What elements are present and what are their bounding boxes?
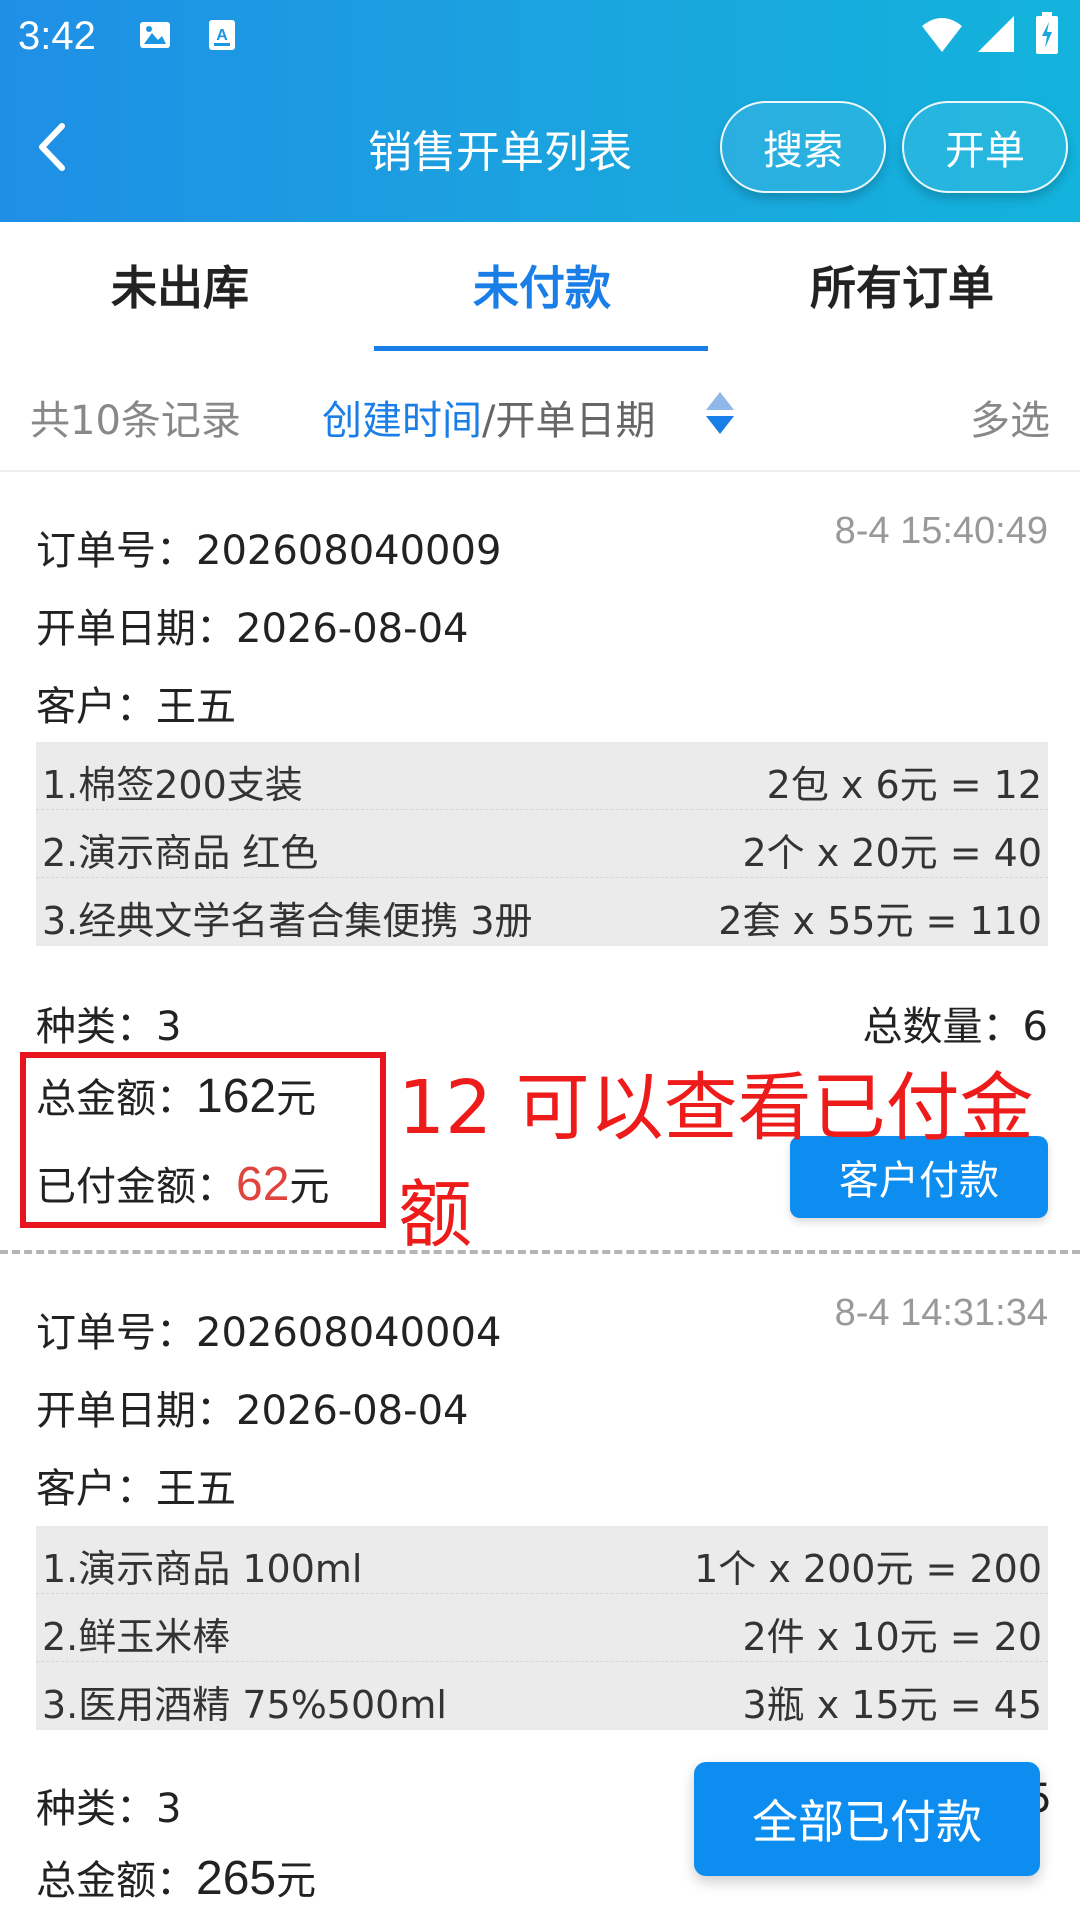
list-item: 2.演示商品 红色 2个 x 20元 = 40 — [36, 810, 1048, 878]
order-date: 开单日期：2026-08-04 — [36, 1378, 468, 1436]
list-item: 3.经典文学名著合集便携 3册 2套 x 55元 = 110 — [36, 878, 1048, 946]
currency-unit: 元 — [276, 1858, 317, 1904]
order-number: 订单号：202608040009 — [36, 518, 501, 576]
create-order-button[interactable]: 开单 — [902, 101, 1068, 193]
item-list: 1.棉签200支装 2包 x 6元 = 12 2.演示商品 红色 2个 x 20… — [36, 742, 1048, 946]
image-notification-icon — [140, 22, 170, 48]
order-date: 开单日期：2026-08-04 — [36, 596, 468, 654]
active-tab-indicator — [374, 346, 708, 351]
sort-arrows-icon[interactable] — [702, 390, 738, 436]
order-number-label: 订单号： — [36, 1310, 196, 1356]
list-item: 1.演示商品 100ml 1个 x 200元 = 200 — [36, 1526, 1048, 1594]
battery-icon — [1036, 12, 1058, 54]
sort-separator: / — [482, 398, 496, 444]
item-calc: 2包 x 6元 = 12 — [766, 763, 1042, 807]
order-date-label: 开单日期： — [36, 1388, 236, 1434]
kinds-label: 种类： — [36, 1004, 156, 1050]
item-calc: 2套 x 55元 = 110 — [718, 899, 1042, 943]
total-amount: 总金额：265元 — [36, 1848, 316, 1906]
order-number-value: 202608040004 — [196, 1310, 502, 1356]
kinds-label: 种类： — [36, 1786, 156, 1832]
total-quantity-value: 6 — [1022, 1004, 1048, 1050]
record-count: 共10条记录 — [30, 398, 241, 444]
customer-label: 客户： — [36, 684, 156, 730]
customer-label: 客户： — [36, 1466, 156, 1512]
item-calc: 1个 x 200元 = 200 — [694, 1547, 1042, 1591]
sort-toggle[interactable]: 创建时间/开单日期 — [322, 388, 655, 446]
item-list: 1.演示商品 100ml 1个 x 200元 = 200 2.鲜玉米棒 2件 x… — [36, 1526, 1048, 1730]
total-amount-value: 265 — [196, 1852, 277, 1905]
order-date-value: 2026-08-04 — [236, 1388, 469, 1434]
item-calc: 3瓶 x 15元 = 45 — [742, 1683, 1042, 1727]
order-created-time: 8-4 15:40:49 — [834, 510, 1048, 552]
item-name: 1.棉签200支装 — [42, 763, 303, 807]
item-calc: 2个 x 20元 = 40 — [742, 831, 1042, 875]
annotation-text: 12 可以查看已付金额 — [398, 1065, 1034, 1258]
list-item: 2.鲜玉米棒 2件 x 10元 = 20 — [36, 1594, 1048, 1662]
item-name: 3.医用酒精 75%500ml — [42, 1683, 447, 1727]
order-date-label: 开单日期： — [36, 606, 236, 652]
mark-all-paid-button[interactable]: 全部已付款 — [694, 1762, 1040, 1876]
svg-text:A: A — [216, 27, 228, 44]
order-number-label: 订单号： — [36, 528, 196, 574]
item-name: 3.经典文学名著合集便携 3册 — [42, 899, 533, 943]
search-button[interactable]: 搜索 — [720, 101, 886, 193]
kinds-value: 3 — [156, 1786, 182, 1832]
customer-value: 王五 — [156, 684, 236, 730]
tab-not-shipped[interactable]: 未出库 — [0, 252, 360, 318]
kinds-value: 3 — [156, 1004, 182, 1050]
keyboard-notification-icon: A — [209, 20, 235, 50]
customer-value: 王五 — [156, 1466, 236, 1512]
order-created-time: 8-4 14:31:34 — [834, 1292, 1048, 1334]
list-item: 1.棉签200支装 2包 x 6元 = 12 — [36, 742, 1048, 810]
customer: 客户：王五 — [36, 674, 236, 732]
list-item: 3.医用酒精 75%500ml 3瓶 x 15元 = 45 — [36, 1662, 1048, 1730]
total-quantity: 总数量：6 — [863, 994, 1048, 1052]
customer: 客户：王五 — [36, 1456, 236, 1514]
sort-by-order-date[interactable]: 开单日期 — [495, 398, 655, 444]
total-quantity-label: 总数量： — [862, 1004, 1023, 1050]
filter-bar: 共10条记录 创建时间/开单日期 多选 — [0, 352, 1080, 472]
item-name: 2.鲜玉米棒 — [42, 1615, 231, 1659]
wifi-icon — [922, 18, 962, 52]
item-name: 1.演示商品 100ml — [42, 1547, 363, 1591]
kinds-count: 种类：3 — [36, 1776, 181, 1834]
item-name: 2.演示商品 红色 — [42, 831, 319, 875]
total-amount-label: 总金额： — [36, 1858, 196, 1904]
tab-unpaid[interactable]: 未付款 — [362, 252, 722, 318]
annotation-highlight-box — [20, 1052, 386, 1228]
status-time: 3:42 — [18, 14, 96, 58]
signal-icon — [978, 16, 1014, 52]
app-header: 3:42 A 销售开单列表 搜索 开单 — [0, 0, 1080, 222]
multi-select-button[interactable]: 多选 — [970, 388, 1050, 446]
order-date-value: 2026-08-04 — [236, 606, 469, 652]
tab-bar: 未出库 未付款 所有订单 — [0, 222, 1080, 352]
order-number-value: 202608040009 — [196, 528, 502, 574]
order-number: 订单号：202608040004 — [36, 1300, 501, 1358]
item-calc: 2件 x 10元 = 20 — [742, 1615, 1042, 1659]
sort-by-created-time[interactable]: 创建时间 — [322, 398, 482, 444]
kinds-count: 种类：3 — [36, 994, 181, 1052]
tab-all-orders[interactable]: 所有订单 — [722, 252, 1080, 318]
